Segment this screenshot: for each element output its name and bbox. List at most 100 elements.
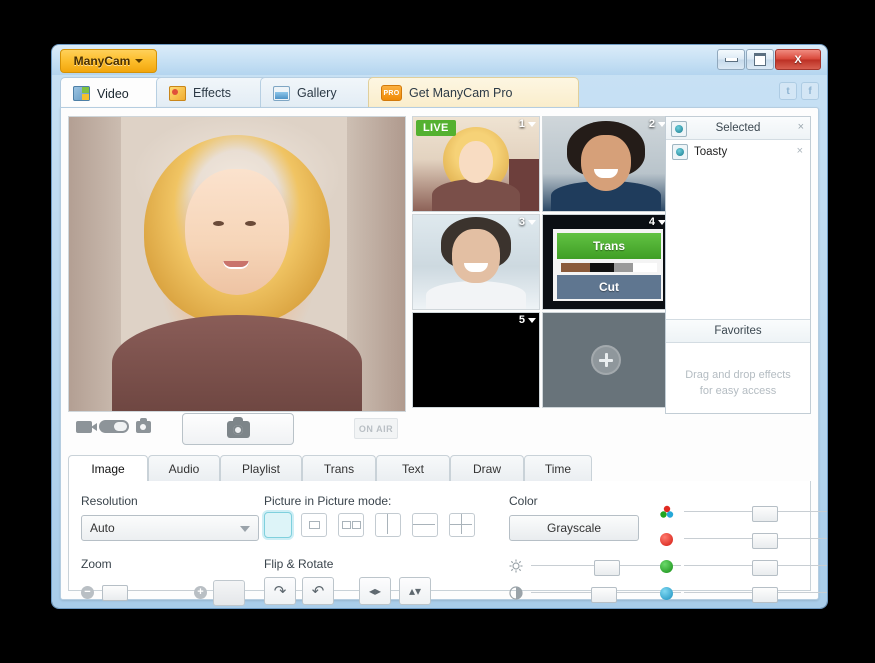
pip-mode-vsplit[interactable]	[375, 513, 401, 537]
chevron-down-icon	[135, 59, 144, 63]
preview-subject-eye-left	[213, 221, 224, 226]
main-video-preview[interactable]	[68, 116, 406, 412]
clear-selected-icon[interactable]: ×	[798, 121, 804, 133]
window-controls: X	[717, 49, 821, 70]
rotate-cw-button[interactable]: ↷	[264, 577, 296, 605]
thumb4-timeline-strip	[561, 263, 657, 272]
thumbnail-5-menu[interactable]: 5	[519, 314, 536, 326]
effect-list-item[interactable]: Toasty ×	[666, 140, 810, 164]
thumbnail-add-source[interactable]	[542, 312, 670, 408]
thumbnail-source-2[interactable]: 2	[542, 116, 670, 212]
photo-icon[interactable]	[136, 417, 151, 433]
preview-subject-body	[112, 315, 362, 411]
tab-pro-label: Get ManyCam Pro	[409, 86, 513, 100]
tab-audio[interactable]: Audio	[148, 455, 220, 482]
pip-mode-label: Picture in Picture mode:	[264, 494, 392, 508]
pip-mode-full[interactable]	[264, 512, 292, 538]
thumbnail-4-menu[interactable]: 4	[649, 216, 666, 228]
preview-toolbar: ON AIR	[68, 412, 406, 448]
grayscale-button[interactable]: Grayscale	[509, 515, 639, 541]
green-slider-handle[interactable]	[752, 560, 778, 576]
pro-badge-icon: PRO	[381, 85, 402, 101]
tab-image[interactable]: Image	[68, 455, 148, 483]
video-record-icon[interactable]	[76, 420, 97, 433]
app-menu-button[interactable]: ManyCam	[60, 49, 157, 73]
pip-mode-double-inset[interactable]	[338, 513, 364, 537]
thumbnail-source-4[interactable]: Trans Cut 4	[542, 214, 670, 310]
flip-rotate-label: Flip & Rotate	[264, 557, 334, 571]
tab-trans[interactable]: Trans	[302, 455, 376, 482]
flip-horizontal-button[interactable]: ◂▸	[359, 577, 391, 605]
minimize-button[interactable]	[717, 49, 745, 70]
pip-mode-hsplit[interactable]	[412, 513, 438, 537]
capture-mode-controls	[76, 417, 151, 433]
tab-video-label: Video	[97, 86, 129, 101]
zoom-region-preview[interactable]	[213, 580, 245, 606]
thumbnail-2-menu[interactable]: 2	[649, 118, 666, 130]
maximize-icon	[754, 53, 766, 66]
pip-inset-2	[352, 521, 361, 529]
zoom-in-button[interactable]: +	[194, 586, 207, 599]
facebook-icon[interactable]: f	[801, 82, 819, 100]
app-menu-label: ManyCam	[73, 54, 131, 68]
thumb1-body	[432, 179, 520, 211]
record-photo-toggle[interactable]	[99, 420, 129, 433]
on-air-badge[interactable]: ON AIR	[354, 418, 398, 439]
red-slider[interactable]	[684, 533, 827, 549]
favorites-header[interactable]: Favorites	[666, 319, 810, 343]
contrast-icon	[509, 586, 523, 600]
thumbnail-source-1[interactable]: LIVE 1	[412, 116, 540, 212]
flip-vertical-button[interactable]: ▴▾	[399, 577, 431, 605]
zoom-slider[interactable]	[102, 585, 200, 601]
contrast-slider[interactable]	[531, 587, 681, 603]
zoom-slider-handle[interactable]	[102, 585, 128, 601]
pip-mode-single-inset[interactable]	[301, 513, 327, 537]
tab-draw[interactable]: Draw	[450, 455, 524, 482]
blue-slider-handle[interactable]	[752, 587, 778, 603]
snapshot-button[interactable]	[182, 413, 294, 445]
green-channel-icon	[660, 560, 673, 573]
tab-gallery-label: Gallery	[297, 86, 337, 100]
tab-time[interactable]: Time	[524, 455, 592, 482]
live-badge: LIVE	[416, 120, 456, 136]
thumbnail-source-5[interactable]: 5	[412, 312, 540, 408]
chevron-down-icon	[528, 121, 536, 127]
rotate-ccw-button[interactable]: ↶	[302, 577, 334, 605]
zoom-label: Zoom	[81, 557, 112, 571]
tab-get-manycam-pro[interactable]: PRO Get ManyCam Pro	[368, 77, 579, 108]
blue-slider[interactable]	[684, 587, 827, 603]
pip-divider-v	[387, 514, 388, 534]
green-slider[interactable]	[684, 560, 827, 576]
favorites-hint-line-2: for easy access	[699, 385, 777, 397]
remove-effect-icon[interactable]: ×	[797, 145, 803, 157]
brightness-slider-handle[interactable]	[594, 560, 620, 576]
tab-text[interactable]: Text	[376, 455, 450, 482]
zoom-out-button[interactable]: −	[81, 586, 94, 599]
minimize-icon	[724, 57, 738, 62]
source-thumbnail-grid: LIVE 1 2 3 Trans Cut 4 5	[412, 116, 672, 412]
social-links: t f	[779, 82, 819, 100]
saturation-slider-handle[interactable]	[752, 506, 778, 522]
tab-playlist[interactable]: Playlist	[220, 455, 302, 482]
blue-channel-icon	[660, 587, 673, 600]
red-slider-handle[interactable]	[752, 533, 778, 549]
thumb3-face	[452, 229, 500, 283]
thumb1-face	[459, 141, 493, 183]
effects-panel: Selected × Toasty × Favorites Drag and d…	[665, 116, 811, 414]
maximize-button[interactable]	[746, 49, 774, 70]
thumbnail-3-menu[interactable]: 3	[519, 216, 536, 228]
thumbnail-4-number: 4	[648, 216, 655, 228]
pip-mode-quad[interactable]	[449, 513, 475, 537]
manycam-window: ManyCam X Video Effects Gallery PRO Get …	[52, 45, 827, 608]
resolution-select[interactable]: Auto	[81, 515, 259, 541]
contrast-slider-handle[interactable]	[591, 587, 617, 603]
plus-icon[interactable]	[591, 345, 621, 375]
brightness-slider[interactable]	[531, 560, 681, 576]
brightness-icon	[509, 559, 523, 573]
twitter-icon[interactable]: t	[779, 82, 797, 100]
saturation-slider[interactable]	[684, 506, 827, 522]
close-button[interactable]: X	[775, 49, 821, 70]
chevron-down-icon	[240, 526, 250, 532]
thumbnail-source-3[interactable]: 3	[412, 214, 540, 310]
thumbnail-1-menu[interactable]: 1	[519, 118, 536, 130]
